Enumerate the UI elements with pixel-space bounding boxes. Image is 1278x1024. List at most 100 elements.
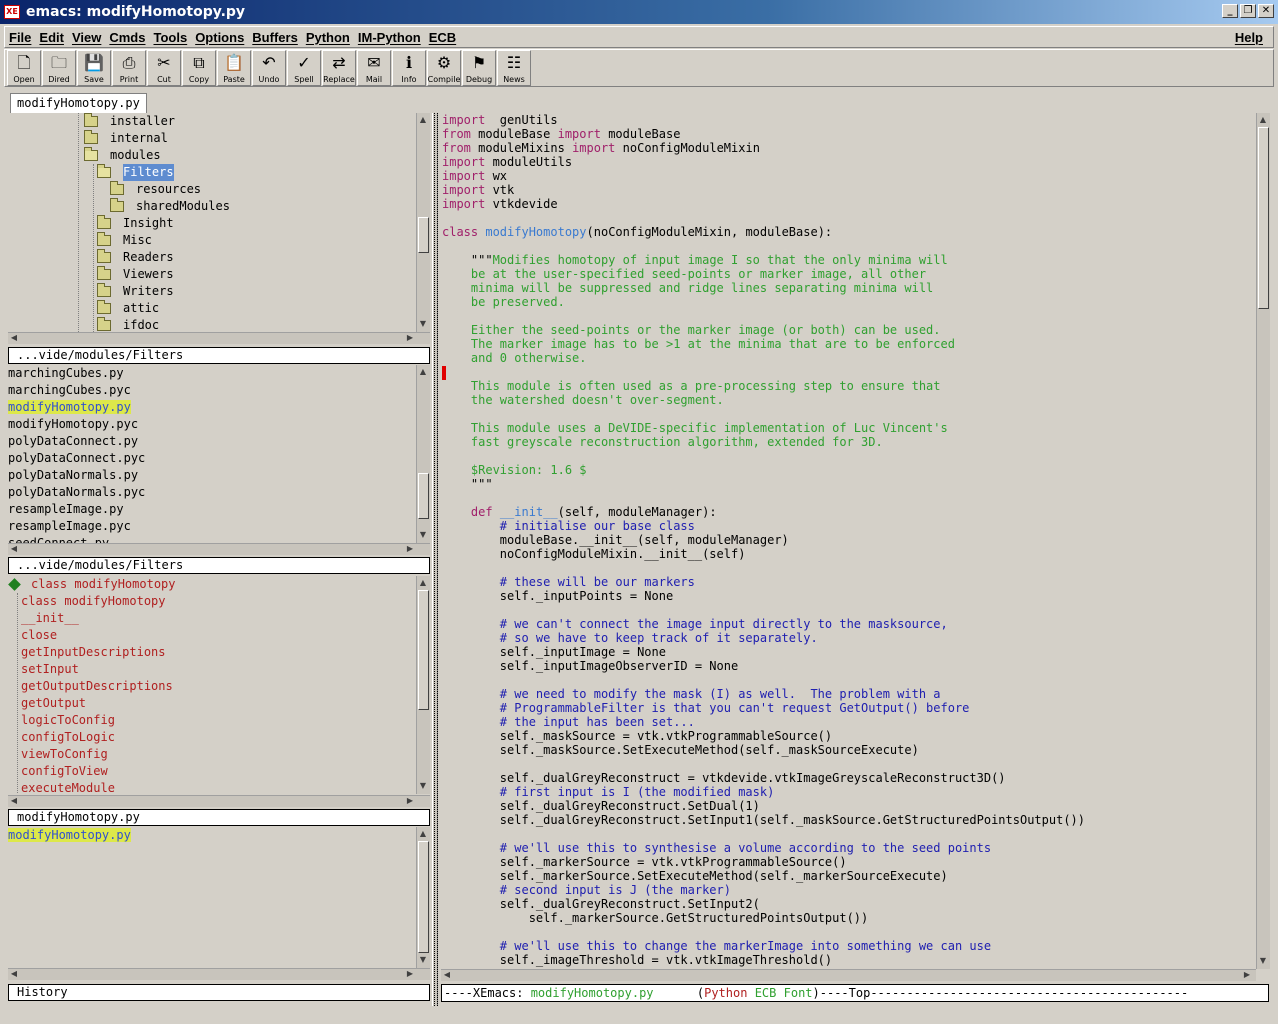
dir-item-viewers[interactable]: Viewers: [8, 266, 416, 283]
toolbar-save-button[interactable]: 💾 Save: [77, 50, 111, 86]
source-file-item[interactable]: polyDataNormals.pyc: [8, 484, 416, 501]
toolbar-dired-button[interactable]: 🗀 Dired: [42, 50, 76, 86]
ecb-directories-pane[interactable]: installer internal modules Filters resources…: [8, 113, 416, 332]
menu-ecb[interactable]: ECB: [425, 30, 460, 45]
dir-item-resources[interactable]: resources: [8, 181, 416, 198]
scroll-right-icon[interactable]: ▶: [404, 968, 416, 980]
menu-help[interactable]: Help: [1231, 30, 1267, 45]
scroll-down-icon[interactable]: ▼: [417, 529, 429, 541]
dir-item-filters[interactable]: Filters: [8, 164, 416, 181]
menu-tools[interactable]: Tools: [149, 30, 191, 45]
source-file-item[interactable]: resampleImage.py: [8, 501, 416, 518]
dir-item-internal[interactable]: internal: [8, 130, 416, 147]
sources-scrollbar[interactable]: ▲ ▼: [416, 365, 430, 543]
scroll-up-icon[interactable]: ▲: [417, 577, 429, 589]
scroll-down-icon[interactable]: ▼: [417, 954, 429, 966]
menu-im-python[interactable]: IM-Python: [354, 30, 425, 45]
editor-hscrollbar[interactable]: ◀ ▶: [441, 969, 1256, 981]
scroll-up-icon[interactable]: ▲: [417, 114, 429, 126]
scroll-thumb[interactable]: [418, 217, 429, 253]
tab-modifyhomotopy[interactable]: modifyHomotopy.py: [10, 93, 147, 113]
menu-buffers[interactable]: Buffers: [248, 30, 302, 45]
toolbar-debug-button[interactable]: ⚑ Debug: [462, 50, 496, 86]
menu-python[interactable]: Python: [302, 30, 354, 45]
dir-item-installer[interactable]: installer: [8, 113, 416, 130]
source-file-item[interactable]: seedConnect.py: [8, 535, 416, 543]
scroll-down-icon[interactable]: ▼: [417, 318, 429, 330]
method-item[interactable]: setInput: [18, 661, 416, 678]
toolbar-cut-button[interactable]: ✂ Cut: [147, 50, 181, 86]
toolbar-news-button[interactable]: ☷ News: [497, 50, 531, 86]
scroll-left-icon[interactable]: ◀: [441, 969, 453, 981]
modeline-major-mode[interactable]: Python: [704, 986, 747, 1000]
ecb-sources-pane[interactable]: marchingCubes.py marchingCubes.pyc modifyH…: [8, 365, 416, 543]
editor-scrollbar[interactable]: ▲ ▼: [1256, 113, 1270, 969]
modeline-minor-font[interactable]: Font: [784, 986, 813, 1000]
scroll-up-icon[interactable]: ▲: [417, 828, 429, 840]
method-item[interactable]: viewToConfig: [18, 746, 416, 763]
method-item[interactable]: executeModule: [18, 780, 416, 794]
modeline-minor-ecb[interactable]: ECB: [755, 986, 777, 1000]
menu-edit[interactable]: Edit: [35, 30, 68, 45]
scroll-right-icon[interactable]: ▶: [404, 543, 416, 555]
scroll-left-icon[interactable]: ◀: [8, 332, 20, 344]
dir-item-modules[interactable]: modules: [8, 147, 416, 164]
toolbar-copy-button[interactable]: ⧉ Copy: [182, 50, 216, 86]
menu-file[interactable]: File: [5, 30, 35, 45]
scroll-right-icon[interactable]: ▶: [1241, 969, 1253, 981]
method-item[interactable]: configToView: [18, 763, 416, 780]
ecb-history-pane[interactable]: modifyHomotopy.py: [8, 827, 416, 968]
scroll-left-icon[interactable]: ◀: [8, 795, 20, 807]
menu-view[interactable]: View: [68, 30, 105, 45]
minimize-icon[interactable]: _: [1222, 4, 1238, 18]
dir-item-sharedmodules[interactable]: sharedModules: [8, 198, 416, 215]
scroll-down-icon[interactable]: ▼: [417, 780, 429, 792]
modeline-buffer-name[interactable]: modifyHomotopy.py: [531, 986, 654, 1000]
method-item[interactable]: getOutputDescriptions: [18, 678, 416, 695]
source-file-item[interactable]: polyDataConnect.pyc: [8, 450, 416, 467]
source-file-item[interactable]: modifyHomotopy.py: [8, 399, 416, 416]
toolbar-mail-button[interactable]: ✉ Mail: [357, 50, 391, 86]
toolbar-print-button[interactable]: ⎙ Print: [112, 50, 146, 86]
sources-hscrollbar[interactable]: ◀ ▶: [8, 543, 430, 555]
scroll-down-icon[interactable]: ▼: [1257, 955, 1269, 967]
history-scrollbar[interactable]: ▲ ▼: [416, 827, 430, 968]
source-file-item[interactable]: modifyHomotopy.pyc: [8, 416, 416, 433]
toolbar-compile-button[interactable]: ⚙ Compile: [427, 50, 461, 86]
method-item[interactable]: close: [18, 627, 416, 644]
toolbar-spell-button[interactable]: ✓ Spell: [287, 50, 321, 86]
source-file-item[interactable]: polyDataConnect.py: [8, 433, 416, 450]
menu-options[interactable]: Options: [191, 30, 248, 45]
methods-scrollbar[interactable]: ▲ ▼: [416, 576, 430, 794]
toolbar-paste-button[interactable]: 📋 Paste: [217, 50, 251, 86]
code-editor[interactable]: import genUtils from moduleBase import mo…: [440, 113, 1256, 969]
scroll-left-icon[interactable]: ◀: [8, 968, 20, 980]
scroll-thumb[interactable]: [418, 841, 429, 953]
methods-hscrollbar[interactable]: ◀ ▶: [8, 795, 430, 807]
methods-class-node[interactable]: class modifyHomotopy: [8, 576, 416, 593]
toolbar-undo-button[interactable]: ↶ Undo: [252, 50, 286, 86]
dir-item-ifdoc[interactable]: ifdoc: [8, 317, 416, 332]
directories-hscrollbar[interactable]: ◀ ▶: [8, 332, 430, 344]
close-icon[interactable]: ✕: [1258, 4, 1274, 18]
xemacs-app-icon[interactable]: XE: [4, 5, 20, 19]
scroll-right-icon[interactable]: ▶: [404, 795, 416, 807]
dir-item-insight[interactable]: Insight: [8, 215, 416, 232]
toolbar-replace-button[interactable]: ⇄ Replace: [322, 50, 356, 86]
directories-scrollbar[interactable]: ▲ ▼: [416, 113, 430, 332]
toolbar-info-button[interactable]: ℹ Info: [392, 50, 426, 86]
maximize-icon[interactable]: ❐: [1240, 4, 1256, 18]
method-item[interactable]: __init__: [18, 610, 416, 627]
source-file-item[interactable]: marchingCubes.pyc: [8, 382, 416, 399]
scroll-up-icon[interactable]: ▲: [1257, 114, 1269, 126]
scroll-thumb[interactable]: [418, 590, 429, 710]
scroll-thumb[interactable]: [418, 473, 429, 519]
source-file-item[interactable]: polyDataNormals.py: [8, 467, 416, 484]
toolbar-open-button[interactable]: 🗋 Open: [7, 50, 41, 86]
history-item[interactable]: modifyHomotopy.py: [8, 827, 416, 844]
ecb-methods-pane[interactable]: class modifyHomotopy class modifyHomotop…: [8, 576, 416, 794]
scroll-thumb[interactable]: [1258, 127, 1269, 309]
history-hscrollbar[interactable]: ◀ ▶: [8, 968, 430, 980]
source-file-item[interactable]: resampleImage.pyc: [8, 518, 416, 535]
method-item[interactable]: logicToConfig: [18, 712, 416, 729]
